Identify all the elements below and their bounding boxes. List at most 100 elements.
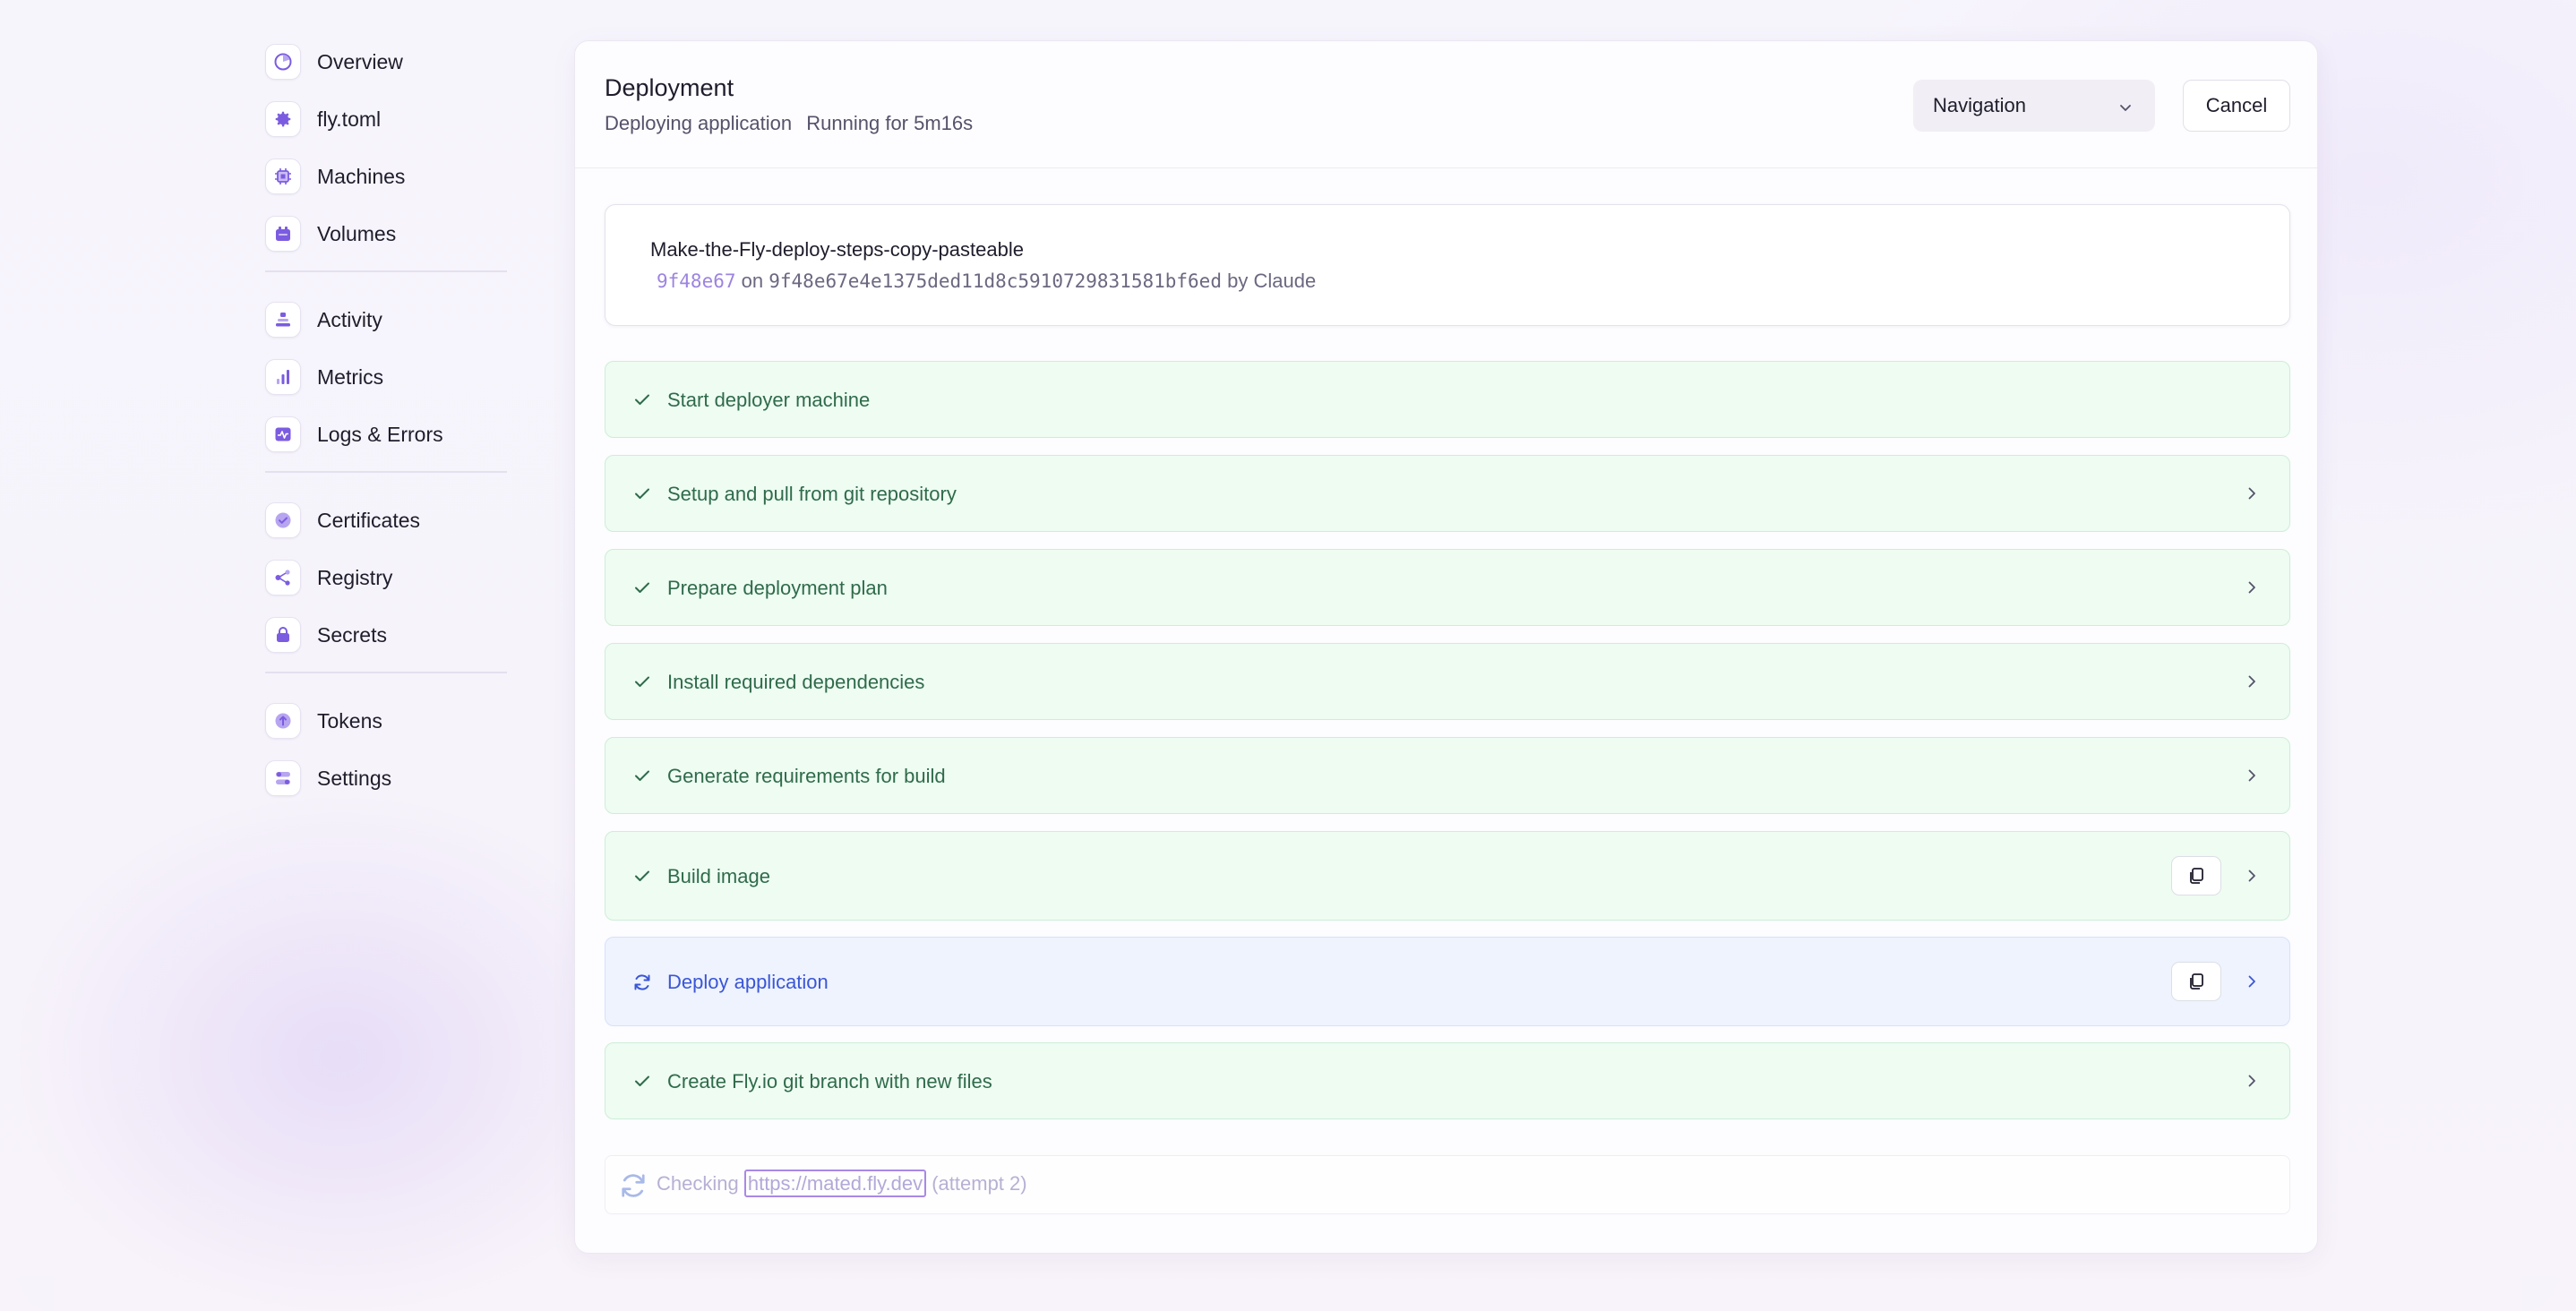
- sliders-icon: [265, 760, 301, 796]
- copy-icon: [2190, 973, 2203, 990]
- copy-button[interactable]: [2171, 962, 2221, 1001]
- token-icon: [265, 703, 301, 739]
- navigation-dropdown[interactable]: Navigation: [1913, 80, 2155, 132]
- sidebar-item-volumes[interactable]: Volumes: [265, 215, 507, 253]
- overview-icon: [265, 44, 301, 80]
- navigation-dropdown-value: Navigation: [1933, 94, 2026, 116]
- step-create-git-branch[interactable]: Create Fly.io git branch with new files: [605, 1042, 2290, 1119]
- lock-icon: [265, 617, 301, 653]
- sidebar-item-fly-toml[interactable]: fly.toml: [265, 100, 507, 138]
- sidebar-item-label: Metrics: [317, 364, 384, 389]
- sidebar-item-logs-errors[interactable]: Logs & Errors: [265, 416, 507, 453]
- sidebar-item-label: fly.toml: [317, 107, 382, 131]
- sidebar-item-secrets[interactable]: Secrets: [265, 616, 507, 654]
- commit-on-label: on: [741, 270, 764, 292]
- sidebar-item-label: Settings: [317, 766, 392, 790]
- step-generate-requirements[interactable]: Generate requirements for build: [605, 737, 2290, 814]
- chip-icon: [265, 159, 301, 194]
- step-label: Setup and pull from git repository: [667, 483, 957, 505]
- step-label: Prepare deployment plan: [667, 577, 888, 599]
- sidebar-item-machines[interactable]: Machines: [265, 158, 507, 195]
- step-setup-git[interactable]: Setup and pull from git repository: [605, 455, 2290, 532]
- status-suffix: (attempt 2): [932, 1172, 1027, 1195]
- sidebar-item-label: Overview: [317, 49, 403, 73]
- step-label: Build image: [667, 865, 770, 887]
- step-label: Generate requirements for build: [667, 765, 946, 787]
- step-label: Deploy application: [667, 971, 829, 993]
- gear-icon: [265, 101, 301, 137]
- check-icon: [632, 390, 652, 414]
- sidebar-item-tokens[interactable]: Tokens: [265, 702, 507, 740]
- check-icon: [632, 866, 652, 890]
- chevron-right-icon[interactable]: [2243, 767, 2261, 789]
- window-corner-left: [0, 1275, 54, 1311]
- refresh-icon: [631, 972, 653, 998]
- check-icon: [632, 672, 652, 696]
- chevron-right-icon[interactable]: [2243, 484, 2261, 507]
- health-check-status: Checking https://mated.fly.dev (attempt …: [605, 1155, 2290, 1214]
- step-prepare-plan[interactable]: Prepare deployment plan: [605, 549, 2290, 626]
- activity-icon: [265, 302, 301, 338]
- sidebar-item-certificates[interactable]: Certificates: [265, 501, 507, 539]
- sidebar-item-label: Tokens: [317, 708, 382, 733]
- check-icon: [632, 578, 652, 602]
- sidebar-item-overview[interactable]: Overview: [265, 43, 507, 81]
- check-icon: [632, 484, 652, 508]
- sidebar-item-settings[interactable]: Settings: [265, 759, 507, 797]
- sidebar-item-activity[interactable]: Activity: [265, 301, 507, 338]
- share-icon: [265, 560, 301, 596]
- bar-chart-icon: [265, 359, 301, 395]
- window-corner-right: [2522, 1275, 2576, 1311]
- chevron-right-icon[interactable]: [2243, 973, 2261, 995]
- chevron-right-icon[interactable]: [2243, 673, 2261, 695]
- deployment-status: Deploying application Running for 5m16s: [605, 112, 973, 135]
- badge-check-icon: [265, 502, 301, 538]
- sidebar-item-label: Certificates: [317, 508, 421, 532]
- commit-author: by Claude: [1227, 270, 1317, 292]
- status-text: Deploying application: [605, 112, 793, 134]
- page-title: Deployment: [605, 74, 734, 101]
- chevron-right-icon[interactable]: [2243, 1072, 2261, 1094]
- full-commit-hash: 9f48e67e4e1375ded11d8c5910729831581bf6ed: [769, 270, 1222, 292]
- status-prefix: Checking: [657, 1172, 739, 1195]
- running-duration: Running for 5m16s: [806, 112, 974, 134]
- step-deploy-application[interactable]: Deploy application: [605, 937, 2290, 1026]
- deployment-panel: Deployment Deploying application Running…: [574, 40, 2318, 1254]
- volume-icon: [265, 216, 301, 252]
- status-line: Checking https://mated.fly.dev (attempt …: [657, 1170, 1027, 1197]
- step-label: Start deployer machine: [667, 389, 871, 411]
- step-build-image[interactable]: Build image: [605, 831, 2290, 921]
- step-start-deployer-machine[interactable]: Start deployer machine: [605, 361, 2290, 438]
- branch-name: Make-the-Fly-deploy-steps-copy-pasteable: [650, 238, 1024, 261]
- sidebar-item-label: Secrets: [317, 622, 387, 647]
- cancel-button[interactable]: Cancel: [2183, 80, 2290, 132]
- short-commit-hash[interactable]: 9f48e67: [657, 270, 736, 292]
- check-icon: [632, 766, 652, 790]
- commit-card: Make-the-Fly-deploy-steps-copy-pasteable…: [605, 204, 2290, 326]
- chevron-right-icon[interactable]: [2243, 867, 2261, 889]
- refresh-icon: [616, 1170, 650, 1206]
- sidebar-item-label: Logs & Errors: [317, 422, 443, 446]
- sidebar-item-metrics[interactable]: Metrics: [265, 358, 507, 396]
- chevron-down-icon: [2117, 98, 2134, 121]
- sidebar-divider: [265, 471, 507, 473]
- panel-header: Deployment Deploying application Running…: [575, 41, 2317, 168]
- copy-icon: [2190, 868, 2203, 884]
- app-url-link[interactable]: https://mated.fly.dev: [743, 1170, 927, 1197]
- step-label: Install required dependencies: [667, 671, 925, 693]
- sidebar-item-label: Volumes: [317, 221, 397, 245]
- sidebar-item-label: Activity: [317, 307, 382, 331]
- chevron-right-icon[interactable]: [2243, 578, 2261, 601]
- sidebar-item-label: Registry: [317, 565, 393, 589]
- sidebar-divider: [265, 270, 507, 272]
- sidebar-item-label: Machines: [317, 164, 406, 188]
- sidebar-item-registry[interactable]: Registry: [265, 559, 507, 596]
- sidebar-divider: [265, 672, 507, 673]
- commit-meta: 9f48e67 on 9f48e67e4e1375ded11d8c5910729…: [657, 270, 1316, 293]
- check-icon: [632, 1071, 652, 1095]
- pulse-icon: [265, 416, 301, 452]
- step-install-dependencies[interactable]: Install required dependencies: [605, 643, 2290, 720]
- step-label: Create Fly.io git branch with new files: [667, 1070, 992, 1092]
- sidebar: Overview fly.toml Machines Volumes Activ…: [265, 43, 507, 817]
- copy-button[interactable]: [2171, 856, 2221, 895]
